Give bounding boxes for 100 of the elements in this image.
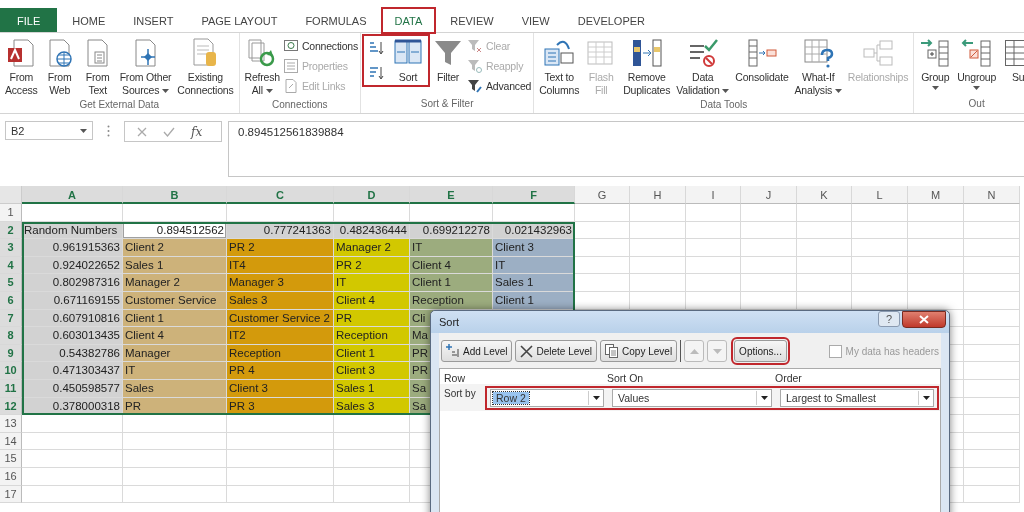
copy-level-button[interactable]: Copy Level [600,340,678,362]
table-cell: PR 2 [227,239,334,257]
dropdown-arrow-icon [918,391,933,405]
ribbon-tab[interactable]: DEVELOPER [564,8,658,32]
sort-button[interactable]: Sort [389,35,428,86]
insert-function-button[interactable]: fx [191,124,203,139]
column-header[interactable]: B [123,186,227,204]
group-icon [919,37,952,69]
row-header[interactable]: 3 [0,239,22,257]
table-cell: Client 4 [123,327,227,345]
from-text-button[interactable]: From Text [78,35,117,99]
caret-icon [80,128,87,133]
options-button[interactable]: Options... [734,340,787,362]
group-label: Out [967,98,986,111]
column-header[interactable]: L [852,186,908,204]
row-header[interactable]: 1 [0,204,22,222]
what-if-analysis-button[interactable]: What-If Analysis [791,35,845,99]
advanced-button[interactable]: Advanced [467,77,532,94]
column-header[interactable]: K [797,186,852,204]
column-header[interactable]: N [964,186,1020,204]
remove-duplicates-button[interactable]: Remove Duplicates [620,35,674,99]
row-header[interactable]: 15 [0,450,22,468]
close-button[interactable] [902,311,946,328]
copy-icon [605,344,620,358]
cancel-icon[interactable] [137,126,147,137]
row-header[interactable]: 5 [0,274,22,292]
filter-button[interactable]: Filter [429,35,468,86]
column-header[interactable]: I [686,186,741,204]
columns-icon [630,37,663,69]
table-cell: Sales 1 [493,274,575,292]
caret-icon [834,89,842,94]
group-label: Connections [271,99,329,112]
filter-icon [467,37,484,54]
row-header[interactable]: 10 [0,362,22,380]
ribbon-tab[interactable]: DATA [381,8,436,33]
column-header[interactable]: M [908,186,964,204]
ribbon-button[interactable]: Su [999,35,1024,86]
filter-icon [467,77,484,94]
column-header[interactable]: F [493,186,575,204]
text-to-columns-button[interactable]: Text to Columns [536,35,583,99]
table-cell: Manager 3 [227,274,334,292]
dropdown-arrow-icon [756,391,771,405]
delete-level-button[interactable]: Delete Level [515,340,598,362]
checkbox-square [828,344,842,358]
sort-on-dropdown[interactable]: Values [612,389,772,407]
column-header[interactable]: D [334,186,410,204]
column-header[interactable]: E [410,186,493,204]
select-all-corner[interactable] [0,186,22,204]
from-other-sources-button[interactable]: From Other Sources [116,35,175,99]
table-cell: Reception [334,327,410,345]
file-tab[interactable]: FILE [0,8,58,32]
dialog-title: Sort [439,316,461,328]
close-icon [919,315,929,324]
list-icon [282,57,299,74]
table-cell: 0.961915363 [22,239,123,257]
column-header[interactable]: J [741,186,797,204]
up-arrow-icon [689,348,699,354]
table-cell: IT [410,239,493,257]
consolidate-button[interactable]: Consolidate [732,35,792,86]
drag-handle-icon [107,125,110,137]
connections-button[interactable]: Connections [282,37,359,54]
name-box[interactable]: B2 [5,121,93,140]
add-level-button[interactable]: Add Level [441,340,513,362]
ribbon-tab[interactable]: INSERT [120,8,187,32]
from-web-button[interactable]: From Web [40,35,79,99]
ribbon-tab[interactable]: FORMULAS [292,8,380,32]
column-header[interactable]: A [22,186,123,204]
column-header[interactable]: H [630,186,686,204]
consolidate-icon [745,37,778,69]
dropdown-arrow-icon [588,391,603,405]
ribbon-tab[interactable]: REVIEW [437,8,507,32]
ribbon-tab[interactable]: PAGE LAYOUT [188,8,291,32]
data-validation-button[interactable]: Data Validation [673,35,733,99]
table-cell: IT2 [227,327,334,345]
column-heading: Sort On [607,372,645,384]
existing-connections-button[interactable]: Existing Connections [174,35,237,99]
down-arrow-icon [712,348,722,354]
group-button[interactable]: Group [916,35,955,93]
ribbon-tab[interactable]: HOME [59,8,119,32]
ungroup-button[interactable]: Ungroup [954,35,1000,93]
column-heading: Order [775,372,802,384]
ribbon-tab[interactable]: VIEW [508,8,563,32]
formula-input[interactable]: 0.894512561839884 [228,121,1024,177]
caret-icon [973,86,981,91]
help-button[interactable]: ? [878,311,900,327]
row-header[interactable]: 8 [0,327,22,345]
delete-icon [520,344,534,358]
row-header[interactable]: 13 [0,415,22,433]
from-access-button[interactable]: From Access [2,35,41,99]
row-dropdown[interactable]: Row 2 [490,389,604,407]
sort-by-label: Sort by [443,388,477,399]
group-label: Get External Data [78,99,160,112]
column-header[interactable]: G [575,186,630,204]
group-label: Data Tools [699,99,749,112]
order-dropdown[interactable]: Largest to Smallest [780,389,934,407]
sort-ascending-icon [368,40,385,56]
check-icon[interactable] [163,126,175,137]
column-header[interactable]: C [227,186,334,204]
refresh-all-button[interactable]: Refresh All [241,35,283,99]
group-label: Sort & Filter [419,98,475,111]
